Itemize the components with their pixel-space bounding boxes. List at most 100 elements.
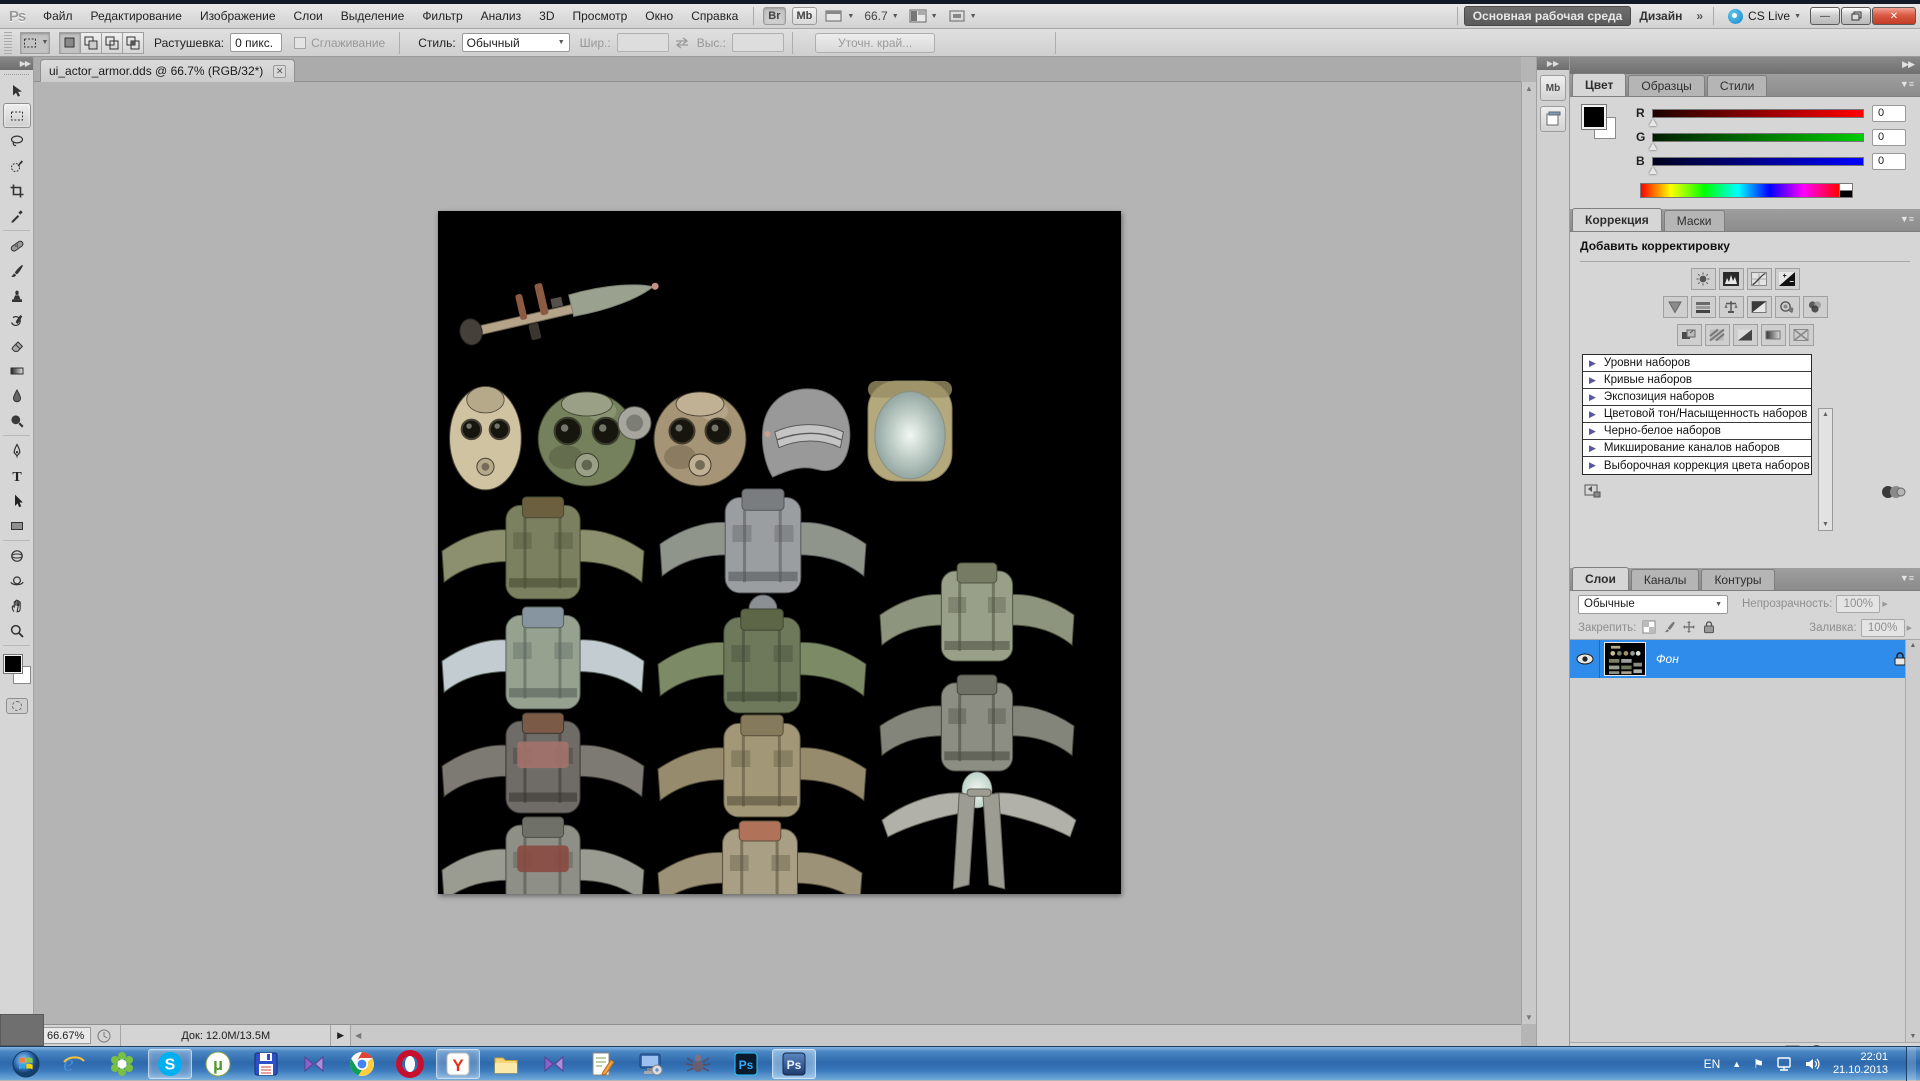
black-white-adjustment-button[interactable] bbox=[1747, 296, 1772, 318]
start-button[interactable] bbox=[4, 1049, 48, 1079]
status-menu-arrow-icon[interactable]: ▶ bbox=[337, 1030, 344, 1041]
notepad[interactable] bbox=[580, 1049, 624, 1079]
tab-color-1[interactable]: Цвет bbox=[1572, 73, 1626, 96]
menu-6[interactable]: Фильтр bbox=[413, 4, 471, 28]
rectangle-tool[interactable] bbox=[3, 513, 31, 538]
preset-item-6[interactable]: ▶Микширование каналов наборов bbox=[1583, 440, 1811, 457]
lock-transparency-button[interactable] bbox=[1642, 620, 1656, 637]
kmplayer[interactable] bbox=[292, 1049, 336, 1079]
expand-triangle-icon[interactable]: ▶ bbox=[1589, 443, 1596, 454]
tab-adjustments-1[interactable]: Коррекция bbox=[1572, 208, 1662, 231]
layers-scrollbar[interactable]: ▲▼ bbox=[1905, 640, 1920, 1042]
brightness-adjustment-button[interactable] bbox=[1691, 268, 1716, 290]
workspace-essentials-button[interactable]: Основная рабочая среда bbox=[1464, 6, 1632, 26]
arrange-documents-button[interactable]: ▼ bbox=[909, 9, 938, 23]
preset-item-4[interactable]: ▶Цветовой тон/Насыщенность наборов bbox=[1583, 406, 1811, 423]
screen-mode-button[interactable]: ▼ bbox=[948, 9, 977, 23]
workspace-design-button[interactable]: Дизайн bbox=[1631, 7, 1690, 25]
panel-menu-icon[interactable]: ▼≡ bbox=[1900, 573, 1914, 583]
zoom-level-control[interactable]: 66.7 ▼ bbox=[864, 9, 898, 23]
expand-triangle-icon[interactable]: ▶ bbox=[1589, 358, 1596, 369]
document-tab[interactable]: ui_actor_armor.dds @ 66.7% (RGB/32*) ✕ bbox=[40, 59, 295, 82]
3d-orbit-tool[interactable] bbox=[3, 568, 31, 593]
icq[interactable] bbox=[100, 1049, 144, 1079]
rectangular-marquee-tool[interactable] bbox=[3, 103, 31, 128]
gradient-map-adjustment-button[interactable] bbox=[1761, 324, 1786, 346]
return-to-list-icon[interactable] bbox=[1584, 483, 1602, 499]
lock-position-button[interactable] bbox=[1682, 620, 1696, 637]
opera[interactable] bbox=[388, 1049, 432, 1079]
healing-brush-tool[interactable] bbox=[3, 233, 31, 258]
volume-icon[interactable] bbox=[1805, 1057, 1821, 1071]
preset-item-1[interactable]: ▶Уровни наборов bbox=[1583, 355, 1811, 372]
panel-toggle-visibility-icon[interactable] bbox=[1880, 484, 1906, 499]
minidock-collapse-button[interactable]: ▶▶ bbox=[1537, 57, 1569, 70]
gradient-tool[interactable] bbox=[3, 358, 31, 383]
eraser-tool[interactable] bbox=[3, 333, 31, 358]
opacity-spinner-icon[interactable]: ▶ bbox=[1882, 600, 1887, 608]
menu-8[interactable]: 3D bbox=[530, 4, 563, 28]
slider-handle[interactable] bbox=[1649, 167, 1657, 174]
crop-tool[interactable] bbox=[3, 178, 31, 203]
menu-2[interactable]: Редактирование bbox=[82, 4, 191, 28]
blur-tool[interactable] bbox=[3, 383, 31, 408]
panel-menu-icon[interactable]: ▼≡ bbox=[1900, 79, 1914, 89]
lasso-tool[interactable] bbox=[3, 128, 31, 153]
invert-adjustment-button[interactable] bbox=[1677, 324, 1702, 346]
blend-mode-select[interactable]: Обычные ▼ bbox=[1578, 595, 1728, 614]
fill-input[interactable]: 100% bbox=[1861, 619, 1905, 637]
clone-stamp-tool[interactable] bbox=[3, 283, 31, 308]
scroll-down-icon[interactable]: ▼ bbox=[1525, 1013, 1533, 1022]
show-desktop-button[interactable] bbox=[1906, 1047, 1916, 1081]
menu-7[interactable]: Анализ bbox=[472, 4, 531, 28]
menu-10[interactable]: Окно bbox=[636, 4, 682, 28]
style-select[interactable]: Обычный ▼ bbox=[462, 33, 570, 52]
horizontal-scrollbar[interactable]: ◀ bbox=[350, 1025, 1521, 1046]
expand-triangle-icon[interactable]: ▶ bbox=[1589, 409, 1596, 420]
lock-all-button[interactable] bbox=[1702, 620, 1716, 637]
hand-tool[interactable] bbox=[3, 593, 31, 618]
panel-menu-icon[interactable]: ▼≡ bbox=[1900, 214, 1914, 224]
kmplayer-2[interactable] bbox=[532, 1049, 576, 1079]
action-center-flag-icon[interactable]: ⚑ bbox=[1753, 1057, 1764, 1071]
r-value-input[interactable]: 0 bbox=[1872, 105, 1906, 122]
preset-item-7[interactable]: ▶Выборочная коррекция цвета наборов bbox=[1583, 457, 1811, 474]
fill-spinner-icon[interactable]: ▶ bbox=[1907, 624, 1912, 632]
scroll-up-icon[interactable]: ▲ bbox=[1525, 84, 1533, 93]
path-selection-tool[interactable] bbox=[3, 488, 31, 513]
photoshop-running[interactable]: Ps bbox=[772, 1049, 816, 1079]
expand-triangle-icon[interactable]: ▶ bbox=[1589, 460, 1596, 471]
remote-desktop[interactable] bbox=[628, 1049, 672, 1079]
selection-mode-subtract[interactable] bbox=[101, 32, 123, 54]
menu-3[interactable]: Изображение bbox=[191, 4, 285, 28]
menu-1[interactable]: Файл bbox=[34, 4, 82, 28]
g-slider[interactable] bbox=[1652, 133, 1864, 142]
selection-mode-new[interactable] bbox=[59, 32, 81, 54]
move-tool[interactable] bbox=[3, 78, 31, 103]
3d-rotate-tool[interactable] bbox=[3, 543, 31, 568]
channel-mixer-adjustment-button[interactable] bbox=[1803, 296, 1828, 318]
hue-saturation-adjustment-button[interactable] bbox=[1691, 296, 1716, 318]
hidden-icons-button[interactable]: ▲ bbox=[1732, 1059, 1741, 1069]
presets-scrollbar[interactable]: ▲▼ bbox=[1818, 408, 1833, 531]
layer-row-background[interactable]: Фон bbox=[1570, 640, 1920, 678]
preset-item-3[interactable]: ▶Экспозиция наборов bbox=[1583, 389, 1811, 406]
threshold-adjustment-button[interactable] bbox=[1733, 324, 1758, 346]
language-indicator[interactable]: EN bbox=[1704, 1057, 1721, 1071]
vibrance-adjustment-button[interactable] bbox=[1663, 296, 1688, 318]
pen-tool[interactable] bbox=[3, 438, 31, 463]
tab-layers-2[interactable]: Каналы bbox=[1631, 569, 1700, 590]
b-slider[interactable] bbox=[1652, 157, 1864, 166]
utorrent[interactable]: µ bbox=[196, 1049, 240, 1079]
layer-thumbnail[interactable] bbox=[1604, 642, 1646, 676]
tab-layers-3[interactable]: Контуры bbox=[1701, 569, 1774, 590]
toolbox-collapse-button[interactable]: ▶▶ bbox=[0, 57, 33, 70]
chrome[interactable] bbox=[340, 1049, 384, 1079]
expand-triangle-icon[interactable]: ▶ bbox=[1589, 392, 1596, 403]
network-icon[interactable] bbox=[1776, 1057, 1793, 1071]
tab-color-3[interactable]: Стили bbox=[1707, 75, 1768, 96]
exposure-adjustment-button[interactable]: +– bbox=[1775, 268, 1800, 290]
menu-4[interactable]: Слои bbox=[285, 4, 332, 28]
explorer-folder[interactable] bbox=[484, 1049, 528, 1079]
levels-adjustment-button[interactable] bbox=[1719, 268, 1744, 290]
